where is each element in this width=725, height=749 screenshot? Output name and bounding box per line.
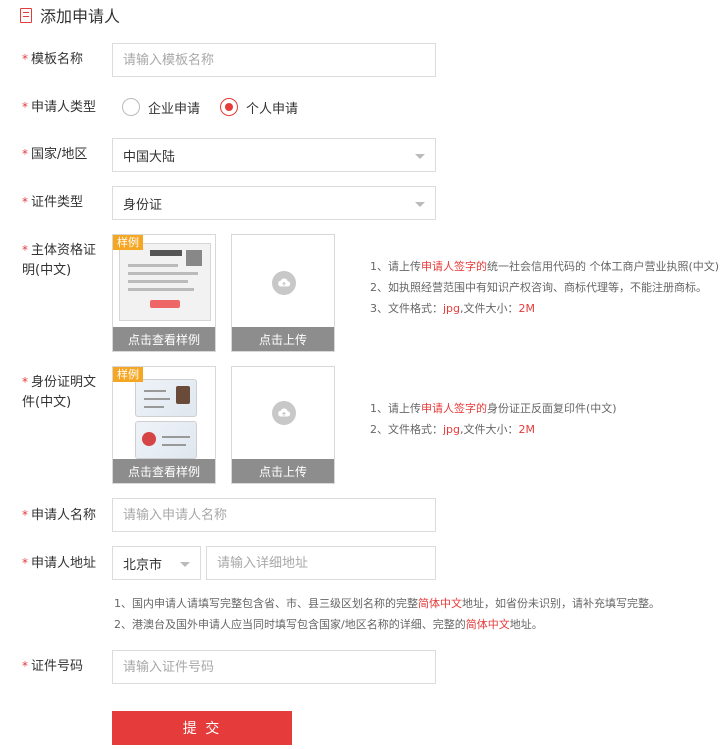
applicant-type-radio-group: 企业申请 个人申请 (122, 96, 318, 118)
entity-doc-sample[interactable]: 样例 点击查看样例 (112, 234, 216, 352)
document-icon (20, 7, 32, 23)
page-header: 添加申请人 (20, 4, 120, 26)
submit-button[interactable]: 提 交 (112, 711, 292, 745)
id-number-label: * 证件号码 (22, 659, 84, 674)
id-card-sample-image (135, 379, 197, 461)
applicant-name-label: * 申请人名称 (22, 508, 97, 523)
applicant-address-label: * 申请人地址 (22, 556, 97, 571)
address-detail-input[interactable] (206, 546, 436, 580)
cloud-upload-icon (272, 271, 296, 295)
id-type-label: * 证件类型 (22, 195, 84, 210)
address-notes: 1、国内申请人请填写完整包含省、市、县三级区划名称的完整简体中文地址，如省份未识… (114, 597, 660, 631)
radio-company[interactable]: 企业申请 (122, 98, 200, 117)
template-name-input[interactable] (112, 43, 436, 77)
applicant-type-label: * 申请人类型 (22, 100, 97, 115)
id-doc-notes: 1、请上传申请人签字的身份证正反面复印件(中文) 2、文件格式：jpg,文件大小… (370, 402, 617, 436)
sample-tag: 样例 (113, 367, 143, 382)
chevron-down-icon (180, 562, 190, 567)
sample-tag: 样例 (113, 235, 143, 250)
entity-doc-notes: 1、请上传申请人签字的统一社会信用代码的 个体工商户营业执照(中文) 2、如执照… (370, 260, 720, 315)
template-name-label: * 模板名称 (22, 52, 84, 67)
chevron-down-icon (415, 154, 425, 159)
view-sample-button[interactable]: 点击查看样例 (113, 459, 215, 483)
entity-doc-label: * 主体资格证明(中文) (22, 243, 97, 278)
id-doc-label: * 身份证明文件(中文) (22, 375, 97, 410)
view-sample-button[interactable]: 点击查看样例 (113, 327, 215, 351)
upload-button[interactable]: 点击上传 (232, 459, 334, 483)
radio-circle[interactable] (122, 98, 140, 116)
applicant-name-input[interactable] (112, 498, 436, 532)
cloud-upload-icon (272, 401, 296, 425)
business-license-sample-image (119, 243, 211, 321)
country-select[interactable]: 中国大陆 (112, 138, 436, 172)
city-select[interactable]: 北京市 (112, 546, 201, 580)
id-doc-upload[interactable]: 点击上传 (231, 366, 335, 484)
id-type-select[interactable]: 身份证 (112, 186, 436, 220)
id-doc-sample[interactable]: 样例 点击查看样例 (112, 366, 216, 484)
id-number-input[interactable] (112, 650, 436, 684)
radio-individual[interactable]: 个人申请 (220, 98, 298, 117)
radio-circle-checked[interactable] (220, 98, 239, 116)
country-label: * 国家/地区 (22, 147, 88, 162)
upload-button[interactable]: 点击上传 (232, 327, 334, 351)
chevron-down-icon (415, 202, 425, 207)
page-title: 添加申请人 (40, 7, 121, 26)
entity-doc-upload[interactable]: 点击上传 (231, 234, 335, 352)
